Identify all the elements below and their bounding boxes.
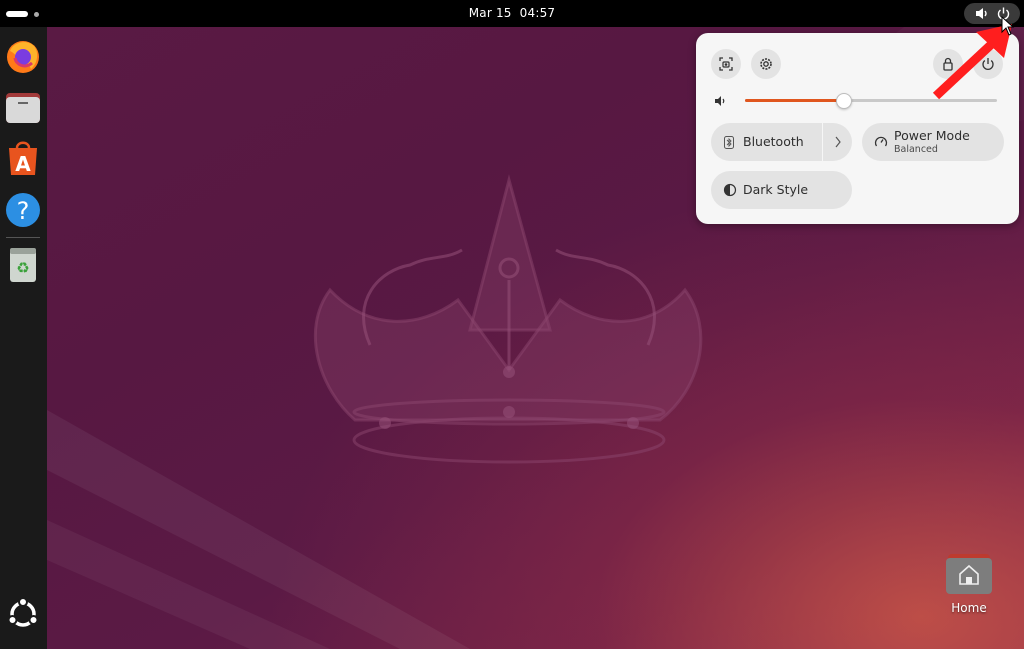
volume-icon[interactable] — [714, 94, 728, 108]
power-mode-label: Power Mode — [894, 128, 970, 143]
dark-style-label: Dark Style — [743, 182, 809, 197]
help-icon: ? — [6, 193, 40, 227]
dock-item-trash[interactable]: ♻ — [3, 243, 43, 283]
volume-slider-handle[interactable] — [836, 93, 853, 109]
trash-icon: ♻ — [10, 248, 36, 282]
bluetooth-toggle[interactable]: Bluetooth — [711, 123, 852, 161]
svg-text:A: A — [15, 152, 31, 176]
date-time-label[interactable]: Mar 15 04:57 — [469, 6, 556, 20]
chevron-right-icon — [835, 136, 841, 148]
app-center-icon: A — [9, 141, 37, 176]
folder-icon — [6, 93, 40, 123]
screenshot-button[interactable] — [711, 49, 741, 79]
dock-item-firefox[interactable] — [3, 36, 43, 76]
ubuntu-logo-icon — [7, 597, 39, 627]
speedometer-icon — [874, 136, 888, 147]
show-apps-button[interactable] — [3, 594, 43, 634]
power-mode-value: Balanced — [894, 144, 938, 155]
dock: A ? ♻ — [0, 27, 47, 649]
settings-button[interactable] — [751, 49, 781, 79]
top-bar: Mar 15 04:57 — [0, 0, 1024, 27]
bluetooth-label: Bluetooth — [743, 134, 804, 149]
volume-slider-fill — [745, 99, 844, 102]
mouse-cursor-icon — [1001, 16, 1015, 36]
dock-item-app-center[interactable]: A — [3, 138, 43, 178]
clock: Mar 15 04:57 — [0, 6, 1024, 20]
dock-separator — [6, 237, 40, 238]
bluetooth-menu-button[interactable] — [822, 123, 853, 161]
firefox-icon — [7, 41, 39, 73]
dock-item-help[interactable]: ? — [3, 190, 43, 230]
dark-style-icon — [723, 183, 737, 197]
bluetooth-icon — [724, 136, 734, 149]
svg-text:?: ? — [17, 197, 30, 225]
home-folder-icon — [946, 554, 992, 594]
power-mode-toggle[interactable]: Power Mode Balanced — [862, 123, 1004, 161]
dock-item-files[interactable] — [3, 87, 43, 127]
svg-text:♻: ♻ — [16, 259, 29, 277]
dark-style-toggle[interactable]: Dark Style — [711, 171, 852, 209]
gear-icon — [760, 58, 772, 70]
home-label: Home — [951, 601, 987, 615]
screenshot-icon — [719, 57, 733, 71]
